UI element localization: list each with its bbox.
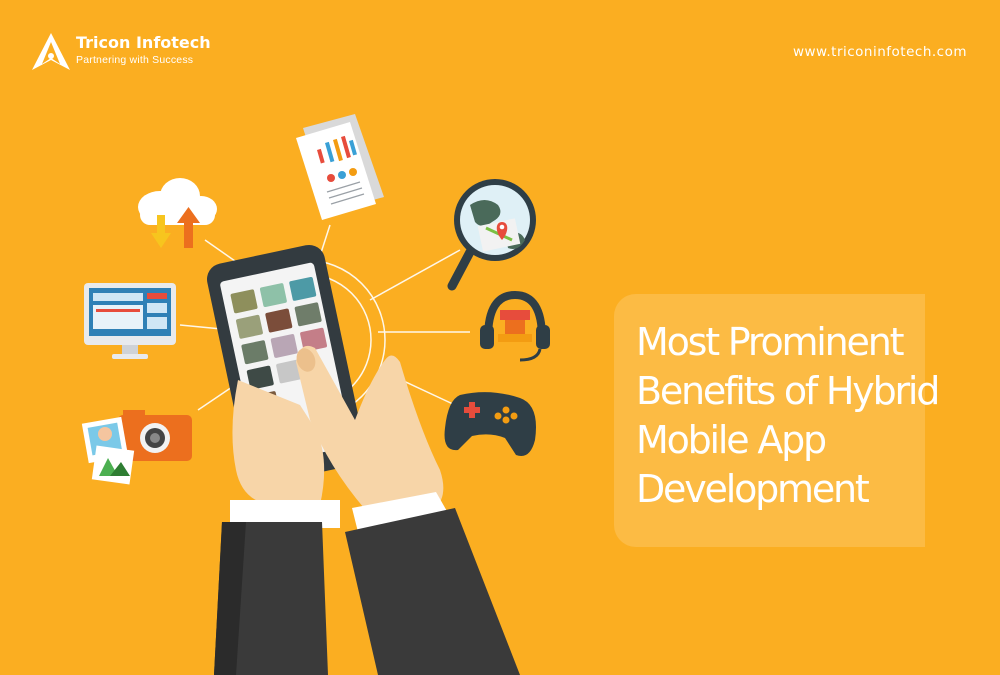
globe-map-search-icon — [447, 179, 536, 291]
headphones-icon — [480, 290, 550, 362]
gamepad-icon — [444, 392, 536, 456]
cloud-sync-icon — [138, 178, 217, 248]
hybrid-app-illustration — [81, 114, 550, 675]
desktop-monitor-icon — [84, 283, 176, 359]
camera-photos-icon — [81, 410, 192, 485]
report-document-icon — [296, 114, 384, 220]
